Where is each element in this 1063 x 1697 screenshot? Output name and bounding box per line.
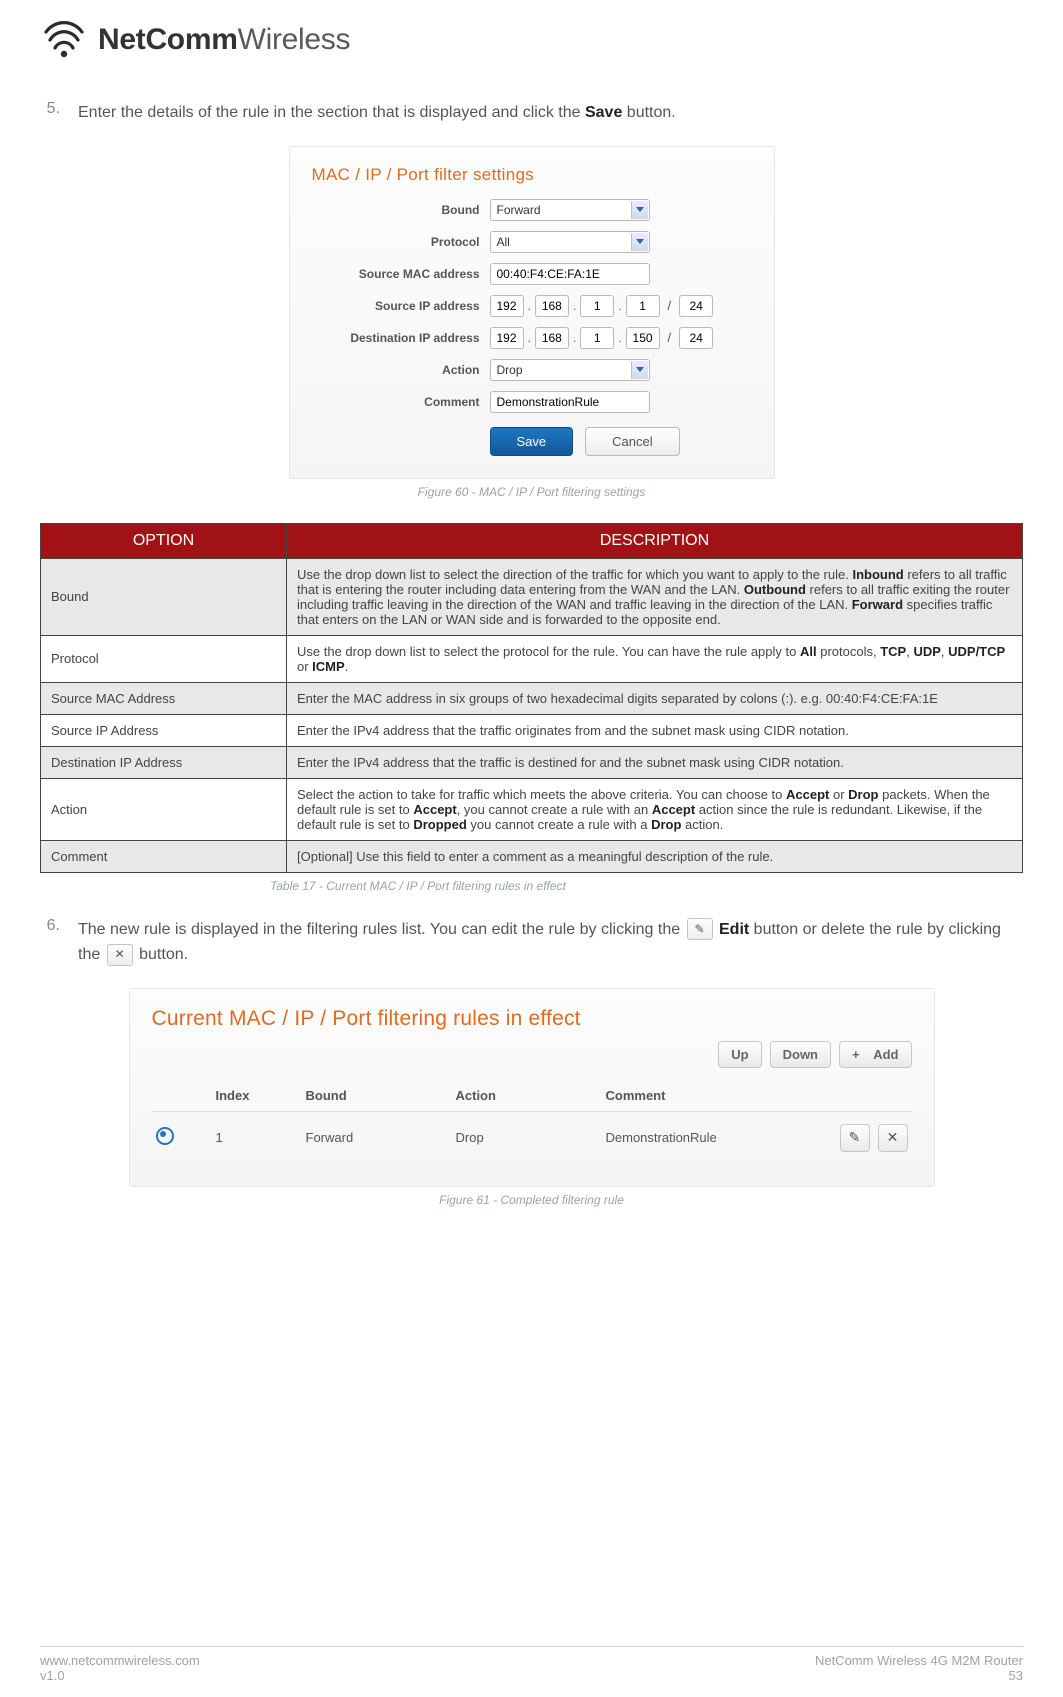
src-ip-cidr[interactable] — [679, 295, 713, 317]
rules-head-comment: Comment — [606, 1088, 818, 1103]
label-src-mac: Source MAC address — [312, 267, 490, 281]
brand-name: NetCommWireless — [98, 23, 350, 57]
description-cell: Enter the IPv4 address that the traffic … — [287, 746, 1023, 778]
src-ip-oct-1[interactable] — [490, 295, 524, 317]
bound-select[interactable]: Forward — [490, 199, 650, 221]
options-table: OPTION DESCRIPTION BoundUse the drop dow… — [40, 523, 1023, 873]
description-cell: Use the drop down list to select the dir… — [287, 558, 1023, 635]
description-cell: Select the action to take for traffic wh… — [287, 778, 1023, 840]
rule-bound: Forward — [306, 1130, 456, 1145]
step-6-number: 6. — [40, 917, 60, 968]
close-icon: ✕ — [107, 944, 133, 966]
table-17-caption: Table 17 - Current MAC / IP / Port filte… — [40, 879, 1023, 893]
current-rules-title: Current MAC / IP / Port filtering rules … — [152, 1007, 912, 1031]
dst-ip-cidr[interactable] — [679, 327, 713, 349]
description-cell: Enter the IPv4 address that the traffic … — [287, 714, 1023, 746]
figure-61-caption: Figure 61 - Completed filtering rule — [40, 1193, 1023, 1207]
option-cell: Action — [41, 778, 287, 840]
edit-icon: ✎ — [849, 1129, 861, 1146]
table-row: Comment[Optional] Use this field to ente… — [41, 840, 1023, 872]
dst-ip-oct-4[interactable] — [626, 327, 660, 349]
rule-comment: DemonstrationRule — [606, 1130, 818, 1145]
options-header-description: DESCRIPTION — [287, 523, 1023, 558]
table-row: BoundUse the drop down list to select th… — [41, 558, 1023, 635]
close-icon: ✕ — [887, 1129, 899, 1146]
dst-ip-oct-2[interactable] — [535, 327, 569, 349]
rule-index: 1 — [216, 1130, 306, 1145]
description-cell: Enter the MAC address in six groups of t… — [287, 682, 1023, 714]
rule-action: Drop — [456, 1130, 606, 1145]
rules-toolbar: Up Down + Add — [152, 1041, 912, 1068]
label-src-ip: Source IP address — [312, 299, 490, 313]
option-cell: Protocol — [41, 635, 287, 682]
add-button[interactable]: + Add — [839, 1041, 912, 1068]
step-5-text: Enter the details of the rule in the sec… — [78, 100, 1023, 126]
table-row: Source MAC AddressEnter the MAC address … — [41, 682, 1023, 714]
protocol-select[interactable]: All — [490, 231, 650, 253]
step-5-number: 5. — [40, 100, 60, 126]
filter-settings-title: MAC / IP / Port filter settings — [312, 165, 752, 185]
rule-row: 1 Forward Drop DemonstrationRule ✎ ✕ — [152, 1111, 912, 1164]
option-cell: Comment — [41, 840, 287, 872]
rules-header-row: Index Bound Action Comment — [152, 1080, 912, 1111]
chevron-down-icon — [636, 239, 644, 244]
table-row: ProtocolUse the drop down list to select… — [41, 635, 1023, 682]
cancel-button[interactable]: Cancel — [585, 427, 679, 456]
table-row: Destination IP AddressEnter the IPv4 add… — [41, 746, 1023, 778]
chevron-down-icon — [636, 207, 644, 212]
option-cell: Bound — [41, 558, 287, 635]
footer-url: www.netcommwireless.com — [40, 1653, 200, 1668]
label-action: Action — [312, 363, 490, 377]
figure-60-caption: Figure 60 - MAC / IP / Port filtering se… — [40, 485, 1023, 499]
chevron-down-icon — [636, 367, 644, 372]
table-row: ActionSelect the action to take for traf… — [41, 778, 1023, 840]
footer-product: NetComm Wireless 4G M2M Router — [815, 1653, 1023, 1668]
label-protocol: Protocol — [312, 235, 490, 249]
edit-icon: ✎ — [687, 918, 713, 940]
plus-icon: + — [852, 1047, 860, 1062]
src-ip-oct-3[interactable] — [580, 295, 614, 317]
comment-input[interactable] — [490, 391, 650, 413]
option-cell: Destination IP Address — [41, 746, 287, 778]
delete-rule-button[interactable]: ✕ — [878, 1124, 908, 1152]
dst-ip-oct-1[interactable] — [490, 327, 524, 349]
rules-head-index: Index — [216, 1088, 306, 1103]
down-button[interactable]: Down — [770, 1041, 831, 1068]
brand-header: NetCommWireless — [40, 20, 1023, 60]
table-row: Source IP AddressEnter the IPv4 address … — [41, 714, 1023, 746]
rule-select-radio[interactable] — [156, 1127, 174, 1145]
step-6: 6. The new rule is displayed in the filt… — [40, 917, 1023, 968]
rules-head-action: Action — [456, 1088, 606, 1103]
brand-logo-icon — [40, 20, 88, 60]
step-5: 5. Enter the details of the rule in the … — [40, 100, 1023, 126]
description-cell: Use the drop down list to select the pro… — [287, 635, 1023, 682]
save-button[interactable]: Save — [490, 427, 574, 456]
rules-head-bound: Bound — [306, 1088, 456, 1103]
dst-ip-group: . . . / — [490, 327, 714, 349]
src-ip-group: . . . / — [490, 295, 714, 317]
label-dst-ip: Destination IP address — [312, 331, 490, 345]
filter-settings-panel: MAC / IP / Port filter settings Bound Fo… — [289, 146, 775, 479]
edit-rule-button[interactable]: ✎ — [840, 1124, 870, 1152]
page-footer: www.netcommwireless.com v1.0 NetComm Wir… — [40, 1646, 1023, 1683]
options-header-option: OPTION — [41, 523, 287, 558]
description-cell: [Optional] Use this field to enter a com… — [287, 840, 1023, 872]
footer-page: 53 — [815, 1668, 1023, 1683]
current-rules-panel: Current MAC / IP / Port filtering rules … — [129, 988, 935, 1187]
dst-ip-oct-3[interactable] — [580, 327, 614, 349]
action-select[interactable]: Drop — [490, 359, 650, 381]
option-cell: Source IP Address — [41, 714, 287, 746]
option-cell: Source MAC Address — [41, 682, 287, 714]
label-bound: Bound — [312, 203, 490, 217]
src-ip-oct-4[interactable] — [626, 295, 660, 317]
src-mac-input[interactable] — [490, 263, 650, 285]
label-comment: Comment — [312, 395, 490, 409]
src-ip-oct-2[interactable] — [535, 295, 569, 317]
step-6-text: The new rule is displayed in the filteri… — [78, 917, 1023, 968]
footer-version: v1.0 — [40, 1668, 200, 1683]
up-button[interactable]: Up — [718, 1041, 761, 1068]
